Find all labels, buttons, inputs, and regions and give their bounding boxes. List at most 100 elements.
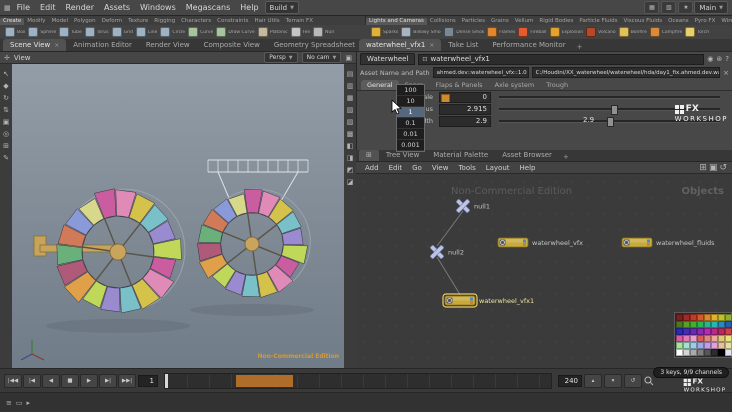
color-swatch[interactable] (676, 321, 683, 328)
menu-help[interactable]: Help (235, 3, 263, 12)
shelf-right-tab-wires[interactable]: Wires (718, 18, 732, 25)
shelf-left-tool-circle[interactable]: Circle (160, 27, 185, 37)
translate-tool-icon[interactable]: ⇅ (3, 106, 9, 114)
netmenu-help[interactable]: Help (516, 164, 540, 172)
folder-tab-axle-system[interactable]: Axle system (489, 80, 541, 90)
end-frame-field[interactable]: 240 (558, 374, 582, 387)
take-select[interactable]: Main ▼ (694, 1, 728, 14)
select-tool-icon[interactable]: ↖ (3, 70, 9, 78)
color-swatch[interactable] (676, 335, 683, 342)
menu-icon[interactable]: ≡ (6, 399, 12, 407)
color-swatch[interactable] (704, 328, 711, 335)
node-null2[interactable]: null2 (430, 245, 464, 259)
transport-button[interactable]: ◀ (42, 373, 60, 388)
shelf-right-tab-vellum[interactable]: Vellum (512, 18, 537, 25)
shelf-right-tool-dense-smoke[interactable]: Dense Smoke (444, 27, 484, 37)
menu-assets[interactable]: Assets (99, 3, 135, 12)
menu-windows[interactable]: Windows (135, 3, 181, 12)
shelf-left-tool-curve[interactable]: Curve (188, 27, 213, 37)
color-swatch[interactable] (690, 349, 697, 356)
update-mode-icon[interactable]: ▸ (27, 399, 31, 407)
shelf-left-tool-box[interactable]: Box (5, 27, 25, 37)
shelf-left-tab-rigging[interactable]: Rigging (151, 18, 178, 25)
shelf-left-tab-hair-utils[interactable]: Hair Utils (252, 18, 283, 25)
close-icon[interactable]: × (54, 42, 59, 49)
color-swatch[interactable] (718, 349, 725, 356)
gear-icon[interactable]: ⊛ (716, 55, 722, 63)
pin-icon[interactable]: ◉ (707, 55, 713, 63)
transport-button[interactable]: ▶| (99, 373, 117, 388)
transport-button[interactable]: ■ (61, 373, 79, 388)
zoom-playbar-icon[interactable] (644, 376, 654, 386)
color-swatch[interactable] (690, 342, 697, 349)
rotate-tool-icon[interactable]: ↻ (3, 94, 9, 102)
color-swatch[interactable] (704, 349, 711, 356)
display-toggle-icon[interactable]: ▤ (347, 70, 354, 78)
left-pane-tab-render-view[interactable]: Render View (139, 39, 197, 51)
transport-button[interactable]: |◀ (23, 373, 41, 388)
color-swatch[interactable] (697, 328, 704, 335)
shelf-left-tool-line[interactable]: Line (136, 27, 157, 37)
display-toggle-icon[interactable]: ▨ (347, 118, 354, 126)
shelf-right-tool-torch[interactable]: Torch (685, 27, 709, 37)
color-swatch[interactable] (711, 328, 718, 335)
color-swatch[interactable] (711, 342, 718, 349)
shelf-left-tool-torus[interactable]: Torus (84, 27, 109, 37)
help-icon[interactable]: ? (725, 55, 729, 63)
param-slider[interactable]: 2.9 (499, 116, 720, 127)
shelf-right-tool-explosion[interactable]: Explosion (549, 27, 583, 37)
display-toggle-icon[interactable]: ◨ (347, 154, 354, 162)
shelf-right-tool-flames[interactable]: Flames (487, 27, 515, 37)
color-swatch[interactable] (725, 342, 732, 349)
pane-tab-asset-browser[interactable]: Asset Browser (495, 150, 559, 161)
menu-megascans[interactable]: Megascans (181, 3, 236, 12)
menu-render[interactable]: Render (61, 3, 99, 12)
left-pane-tab-composite-view[interactable]: Composite View (197, 39, 267, 51)
param-slider[interactable] (499, 105, 720, 115)
node-path-field[interactable]: ⊡ waterwheel_vfx1 (418, 53, 705, 65)
param-value-field[interactable]: 2.915 (439, 103, 491, 115)
menu-edit[interactable]: Edit (35, 3, 61, 12)
close-icon[interactable]: × (429, 42, 434, 49)
node-null1[interactable]: null1 (456, 199, 490, 213)
left-pane-tab-scene-view[interactable]: Scene View × (3, 39, 67, 51)
shelf-right-tab-collisions[interactable]: Collisions (427, 18, 459, 25)
netmenu-add[interactable]: Add (361, 164, 383, 172)
shelf-right-tool-volcano[interactable]: Volcano (586, 27, 616, 37)
view-tool-icon[interactable]: ✛ (4, 54, 10, 62)
snapshot-icon[interactable]: ▣ (345, 54, 352, 62)
shelf-right-tab-lights-and-cameras[interactable]: Lights and Cameras (366, 18, 427, 25)
projection-select[interactable]: Persp ▼ (264, 52, 298, 63)
color-swatch[interactable] (725, 349, 732, 356)
color-swatch[interactable] (711, 349, 718, 356)
timeline-track[interactable] (164, 372, 552, 389)
color-swatch[interactable] (718, 335, 725, 342)
color-swatch[interactable] (718, 328, 725, 335)
netmenu-view[interactable]: View (428, 164, 453, 172)
color-swatch[interactable] (725, 335, 732, 342)
shelf-left-tool-null[interactable]: Null (313, 27, 334, 37)
color-swatch[interactable] (697, 342, 704, 349)
view-tool-icon[interactable]: ◎ (3, 130, 9, 138)
shelf-left-tab-texture[interactable]: Texture (125, 18, 151, 25)
right-pane-tab-waterwheel-vfx1[interactable]: waterwheel_vfx1 × (359, 39, 442, 51)
playhead[interactable] (165, 373, 168, 388)
shelf-left-tool-platonic[interactable]: Platonic (257, 27, 288, 37)
display-toggle-icon[interactable]: ◧ (347, 142, 354, 150)
display-toggle-icon[interactable]: ▦ (347, 94, 354, 102)
color-swatch[interactable] (683, 342, 690, 349)
color-swatch[interactable] (690, 321, 697, 328)
color-swatch[interactable] (718, 314, 725, 321)
shelf-left-tool-grid[interactable]: Grid (111, 27, 133, 37)
right-pane-tab-performance-monitor[interactable]: Performance Monitor (485, 39, 572, 51)
shelf-left-tab-model[interactable]: Model (49, 18, 72, 25)
desktop-select[interactable]: Build ▼ (264, 1, 299, 14)
transport-button[interactable]: ▶ (80, 373, 98, 388)
new-tab-icon[interactable]: + (573, 43, 587, 51)
color-swatch[interactable] (683, 314, 690, 321)
edit-tool-icon[interactable]: ✎ (3, 154, 9, 162)
color-swatch[interactable] (690, 328, 697, 335)
left-pane-tab-geometry-spreadsheet[interactable]: Geometry Spreadsheet (267, 39, 356, 51)
node-waterwheel_vfx[interactable]: waterwheel_vfx (497, 237, 583, 248)
folder-tab-general[interactable]: General (361, 80, 399, 90)
